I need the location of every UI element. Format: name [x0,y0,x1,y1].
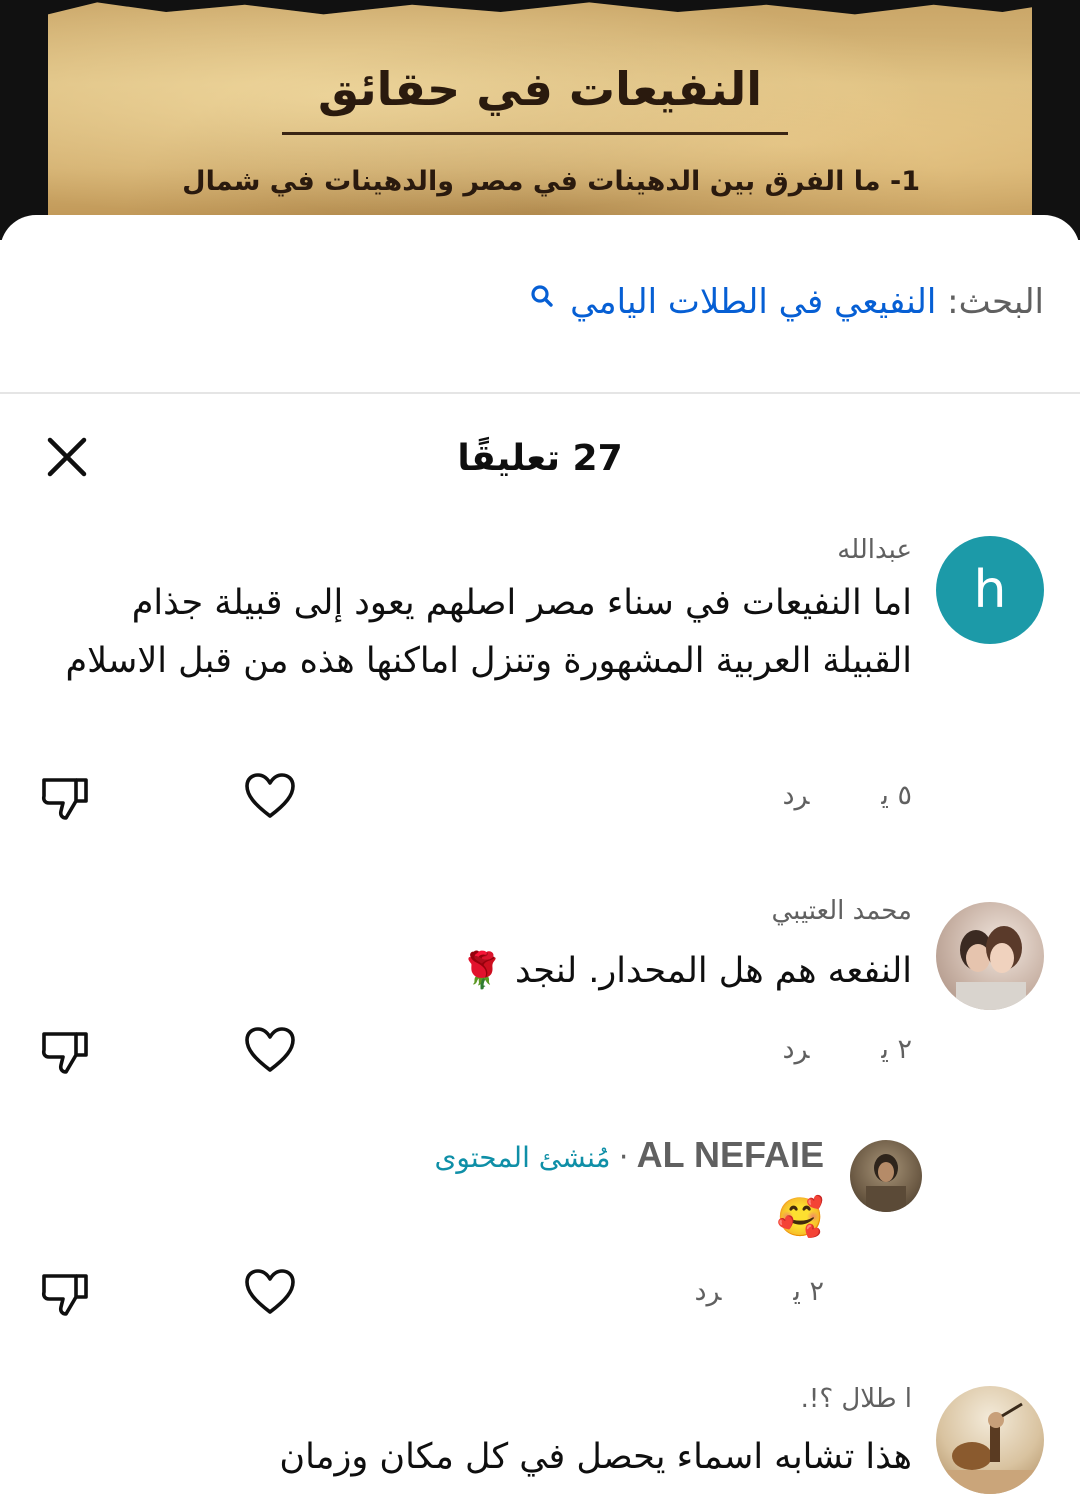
comment-time: ٢ ي [793,1276,824,1307]
avatar[interactable]: h [936,536,1044,644]
dislike-button[interactable] [40,1028,90,1080]
comment-text: اما النفيعات في سناء مصر اصلهم يعود إلى … [65,583,912,681]
divider [0,392,1080,394]
search-prefix: البحث: [947,282,1044,322]
comment-meta: ٢ ي رد [782,1034,912,1065]
avatar-image [946,1402,1034,1494]
heart-icon [245,1027,295,1072]
heart-icon [245,773,295,818]
comment-author[interactable]: محمد العتيبي [771,896,912,926]
banner-subtitle: 1- ما الفرق بين الدهينات في مصر والدهينا… [182,166,920,197]
like-button[interactable] [244,772,296,824]
avatar[interactable] [850,1140,922,1212]
avatar-image [956,926,1026,1010]
creator-badge: مُنشئ المحتوى [434,1141,611,1174]
comment-meta: ٢ ي رد [694,1276,824,1307]
parchment-background [48,2,1032,240]
thumbs-down-icon [41,1032,88,1074]
dislike-button[interactable] [40,1270,90,1322]
search-query-link[interactable]: النفيعي في الطلات اليامي [570,282,936,322]
dislike-button[interactable] [40,774,90,826]
banner-title: النفيعات في حقائق [317,62,763,116]
comment-text: 🥰 [776,1195,824,1239]
search-suggestion[interactable]: البحث: النفيعي في الطلات اليامي [529,282,1044,322]
heart-icon [245,1269,295,1314]
comment-author[interactable]: عبدالله [837,535,912,565]
comments-sheet [0,215,1080,1497]
avatar[interactable] [936,1386,1044,1494]
avatar[interactable] [936,902,1044,1010]
thumbs-down-icon [41,1274,88,1316]
reply-button[interactable]: رد [782,1034,809,1065]
thumbs-down-icon [41,778,88,820]
separator-dot: · [618,1140,629,1175]
video-thumbnail[interactable]: النفيعات في حقائق 1- ما الفرق بين الدهين… [0,0,1080,240]
comment-author-line: AL NEFAIE · مُنشئ المحتوى [434,1134,824,1176]
banner-underline [282,132,788,135]
comment-text: النفعه هم هل المحدار. لنجد 🌹 [460,951,912,991]
reply-button[interactable]: رد [782,780,809,811]
close-button[interactable] [44,434,90,480]
reply-button[interactable]: رد [694,1276,721,1307]
search-icon [529,278,555,318]
avatar-image [866,1154,906,1212]
comment-text: هذا تشابه اسماء يحصل في كل مكان وزمان [279,1437,912,1477]
comment-author[interactable]: ا طلال ؟!. [801,1384,912,1414]
comments-count-title: 27 تعليقًا [457,438,623,479]
like-button[interactable] [244,1268,296,1320]
like-button[interactable] [244,1026,296,1078]
comment-author[interactable]: AL NEFAIE [637,1134,824,1175]
comment-time: ٥ ي [881,780,912,811]
close-icon [47,437,87,477]
comment-meta: ٥ ي رد [782,780,912,811]
comment-time: ٢ ي [881,1034,912,1065]
